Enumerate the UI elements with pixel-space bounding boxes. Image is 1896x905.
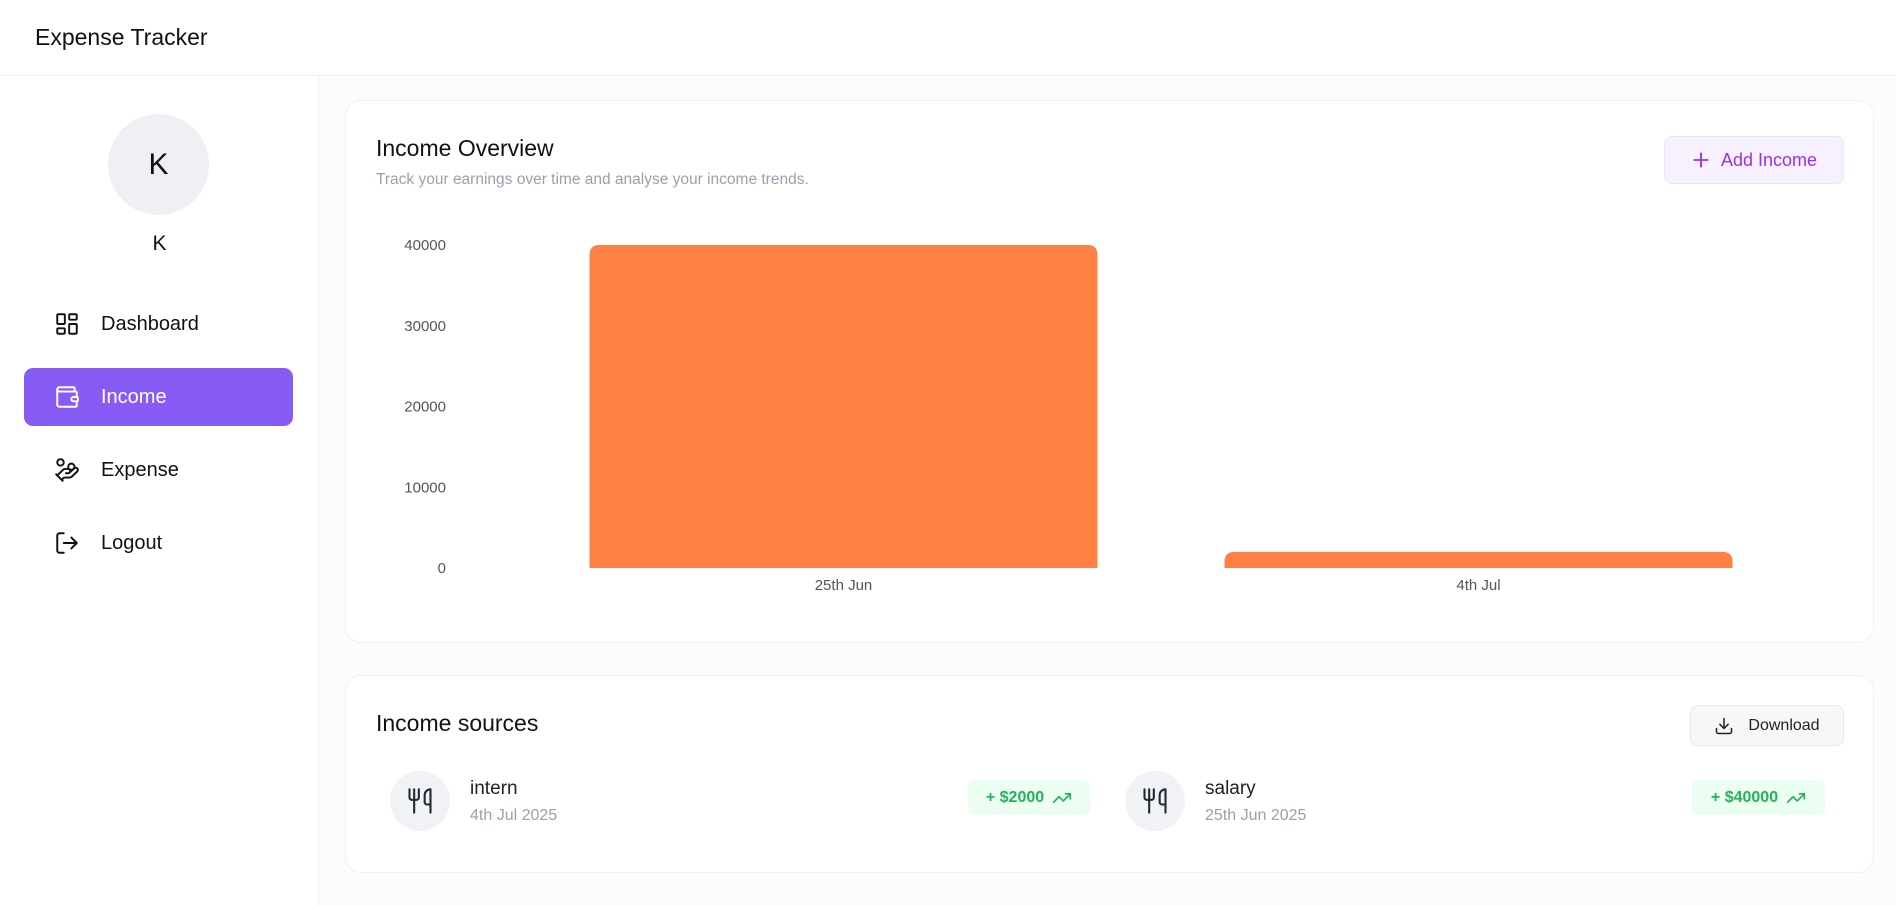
utensils-icon	[1143, 788, 1167, 814]
sidebar-item-label: Logout	[101, 531, 163, 554]
amount-text: + $40000	[1710, 788, 1779, 806]
y-tick-label: 20000	[404, 399, 446, 416]
logout-icon	[56, 532, 78, 554]
top-navbar: Expense Tracker	[0, 0, 1896, 76]
trending-up-icon	[1052, 792, 1072, 803]
sidebar-item-logout[interactable]: Logout	[24, 514, 293, 572]
download-label: Download	[1748, 716, 1820, 734]
wallet-icon	[56, 386, 79, 408]
source-icon	[390, 771, 450, 831]
y-tick-label: 0	[438, 560, 446, 577]
avatar: K	[108, 114, 209, 215]
income-bar-chart: 0 10000 20000 30000 40000 25th Jun 4th Jul	[404, 237, 1733, 594]
amount-badge: + $2000	[968, 780, 1090, 815]
hand-coins-icon	[55, 458, 79, 482]
income-sources-card: Income sources Download intern 4th Jul 2…	[345, 675, 1874, 873]
source-date: 25th Jun 2025	[1205, 807, 1307, 824]
utensils-icon	[408, 788, 432, 814]
sidebar-item-label: Income	[101, 385, 167, 408]
sidebar-item-dashboard[interactable]: Dashboard	[24, 295, 293, 353]
source-date: 4th Jul 2025	[470, 807, 558, 824]
chart-bar[interactable]	[1224, 551, 1733, 568]
sidebar-item-income[interactable]: Income	[24, 368, 293, 426]
source-name: intern	[470, 778, 518, 799]
income-sources-title: Income sources	[376, 710, 539, 736]
amount-badge: + $40000	[1692, 780, 1825, 815]
x-tick-label: 25th Jun	[815, 577, 873, 594]
source-icon	[1125, 771, 1185, 831]
x-tick-label: 4th Jul	[1456, 577, 1500, 594]
income-overview-card: Income Overview Track your earnings over…	[345, 100, 1874, 643]
download-button[interactable]: Download	[1690, 705, 1844, 746]
sidebar: K K Dashboard Income Expense Logout	[0, 76, 319, 905]
dashboard-icon	[56, 313, 78, 335]
sidebar-item-label: Dashboard	[101, 312, 199, 335]
source-name: salary	[1205, 778, 1256, 799]
app-title: Expense Tracker	[35, 24, 208, 50]
download-icon	[1716, 717, 1733, 734]
chart-bar[interactable]	[589, 245, 1098, 568]
y-tick-label: 10000	[404, 479, 446, 496]
amount-text: + $2000	[985, 788, 1045, 806]
y-tick-label: 40000	[404, 237, 446, 254]
sidebar-item-label: Expense	[101, 458, 179, 481]
list-item[interactable]: intern 4th Jul 2025 + $2000	[390, 771, 1090, 833]
list-item[interactable]: salary 25th Jun 2025 + $40000	[1125, 771, 1825, 833]
trending-up-icon	[1786, 792, 1806, 803]
y-tick-label: 30000	[404, 318, 446, 335]
sidebar-item-expense[interactable]: Expense	[24, 441, 293, 499]
user-name: K	[152, 232, 167, 255]
